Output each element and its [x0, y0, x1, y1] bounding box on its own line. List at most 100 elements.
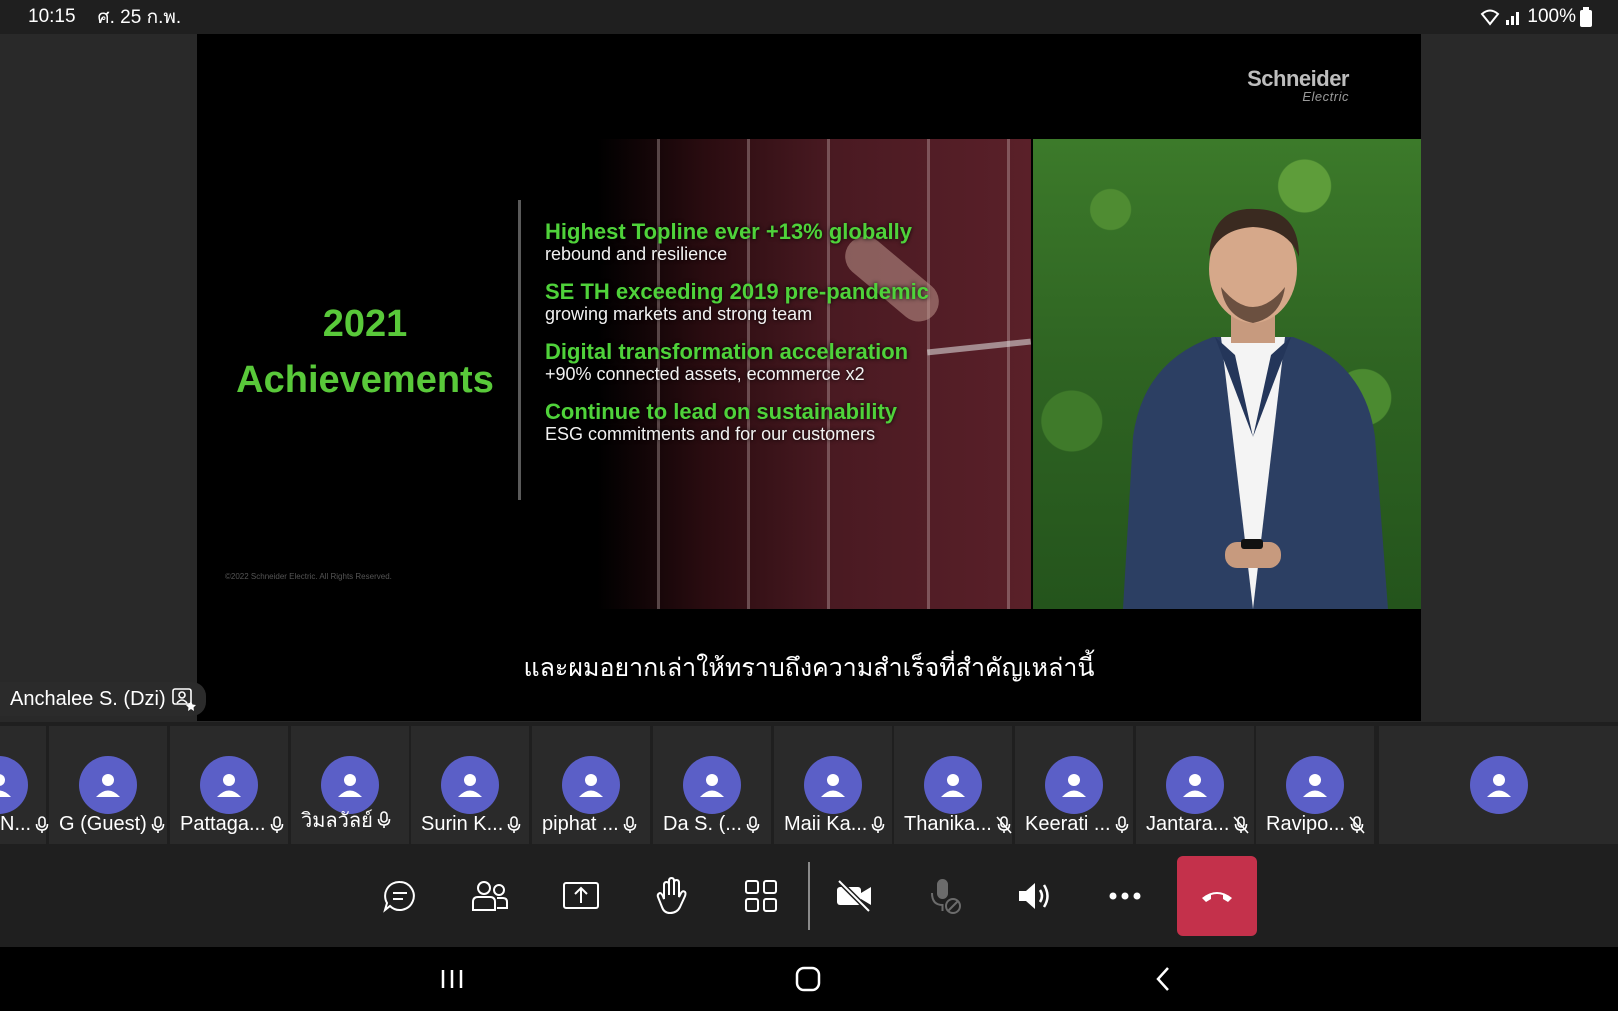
shared-video[interactable]: Schneider Electric 2021 Achievements Hig…	[197, 34, 1421, 721]
bullet-item: Digital transformation acceleration +90%…	[545, 339, 1015, 385]
more-button[interactable]	[1086, 856, 1164, 936]
participant-tile[interactable]: Maii Ka...	[774, 726, 892, 844]
recent-apps-button[interactable]	[422, 959, 482, 999]
participant-name: Da S. (...	[663, 813, 742, 835]
participant-tile[interactable]: Keerati ...	[1015, 726, 1133, 844]
avatar	[441, 756, 499, 814]
avatar	[924, 756, 982, 814]
participant-name: N...	[0, 813, 32, 835]
mic-button[interactable]	[906, 856, 984, 936]
more-icon	[1109, 892, 1141, 900]
raise-hand-button[interactable]	[632, 856, 710, 936]
camera-button[interactable]	[815, 856, 893, 936]
mic-icon	[151, 815, 165, 833]
view-button[interactable]	[722, 856, 800, 936]
participant-name: Surin K...	[421, 813, 504, 835]
participant-name: Pattaga...	[180, 813, 266, 835]
participant-tile[interactable]: G (Guest)	[49, 726, 167, 844]
participant-name-row: Surin K...	[421, 813, 521, 836]
system-nav-bar	[0, 947, 1618, 1011]
participant-name: Jantara...	[1146, 813, 1230, 835]
signal-icon	[1506, 12, 1520, 25]
share-screen-icon	[563, 882, 599, 909]
home-icon	[795, 966, 821, 992]
person-icon	[1303, 774, 1327, 797]
participant-tile[interactable]: piphat ...	[532, 726, 650, 844]
participant-tile[interactable]: N...	[0, 726, 49, 844]
presenter-video	[1033, 139, 1421, 609]
person-icon	[941, 774, 965, 797]
leave-call-button[interactable]	[1177, 856, 1257, 936]
mic-muted-icon	[1349, 815, 1365, 834]
person-icon	[458, 774, 482, 797]
presenter-name: Anchalee S. (Dzi)	[10, 687, 166, 710]
meeting-stage: Schneider Electric 2021 Achievements Hig…	[0, 34, 1618, 722]
mic-icon	[507, 815, 521, 833]
speaker-icon	[1019, 883, 1049, 909]
bullet-detail: growing markets and strong team	[545, 304, 813, 324]
person-icon	[96, 774, 120, 797]
person-icon	[1062, 774, 1086, 797]
participant-tile[interactable]: Da S. (...	[653, 726, 771, 844]
person-icon	[1487, 774, 1511, 797]
bullet-headline: Highest Topline ever +13% globally	[545, 219, 912, 244]
grid-view-icon	[745, 880, 777, 912]
bullet-detail: +90% connected assets, ecommerce x2	[545, 364, 865, 384]
hang-up-icon	[1202, 892, 1232, 902]
participant-tile-overflow[interactable]	[1379, 726, 1618, 844]
chat-icon	[383, 880, 415, 913]
person-icon	[338, 774, 362, 797]
bullet-detail: ESG commitments and for our customers	[545, 424, 876, 444]
mic-icon	[872, 815, 885, 833]
bullet-headline: Digital transformation acceleration	[545, 339, 909, 364]
chat-button[interactable]	[361, 856, 439, 936]
participant-tile[interactable]: วิมลวัลย์	[291, 726, 409, 844]
avatar	[683, 756, 741, 814]
participant-tile[interactable]: Pattaga...	[170, 726, 288, 844]
share-screen-button[interactable]	[542, 856, 620, 936]
call-controls	[0, 844, 1618, 947]
mic-muted-icon	[996, 815, 1012, 834]
wifi-icon	[1481, 9, 1500, 26]
recents-icon	[441, 970, 463, 988]
bullet-headline: SE TH exceeding 2019 pre-pandemic	[545, 279, 929, 304]
avatar	[1045, 756, 1103, 814]
back-button[interactable]	[1133, 959, 1193, 999]
participant-tile[interactable]: Surin K...	[411, 726, 529, 844]
mic-icon	[1115, 815, 1128, 833]
home-button[interactable]	[778, 959, 838, 999]
participant-tile[interactable]: Thanika...	[894, 726, 1012, 844]
clock: 10:15	[28, 6, 76, 27]
participant-name-row: Thanika...	[904, 813, 1012, 836]
participant-name: Ravipo...	[1266, 813, 1345, 835]
mic-icon	[270, 815, 283, 833]
participant-name-row: piphat ...	[542, 813, 637, 836]
avatar	[1286, 756, 1344, 814]
battery-icon	[1580, 7, 1592, 27]
people-icon	[472, 881, 508, 911]
presenter-figure	[1123, 208, 1388, 609]
participant-name-row: Maii Ka...	[784, 813, 885, 836]
date: ศ. 25 ก.พ.	[97, 7, 182, 28]
mic-muted-icon	[1233, 815, 1249, 834]
participant-tile[interactable]: Jantara...	[1136, 726, 1254, 844]
participants-strip[interactable]: N... G (Guest) Pattaga... วิมลวัลย์ Surin K.…	[0, 726, 1618, 844]
bullet-item: Highest Topline ever +13% globally rebou…	[545, 219, 1015, 265]
people-button[interactable]	[451, 856, 529, 936]
person-icon	[1183, 774, 1207, 797]
participant-name-row: Pattaga...	[180, 813, 284, 836]
participant-name-row: G (Guest)	[59, 813, 165, 836]
avatar	[562, 756, 620, 814]
person-icon	[700, 774, 724, 797]
participant-name: piphat ...	[542, 813, 619, 835]
hand-icon	[656, 877, 687, 915]
participant-name-row: Da S. (...	[663, 813, 760, 836]
mic-icon	[35, 815, 49, 833]
avatar	[1166, 756, 1224, 814]
speaker-button[interactable]	[996, 856, 1074, 936]
mic-disabled-icon	[931, 879, 961, 914]
participant-tile[interactable]: Ravipo...	[1256, 726, 1374, 844]
bullet-detail: rebound and resilience	[545, 244, 728, 264]
person-icon	[579, 774, 603, 797]
participant-name-row: N...	[0, 813, 49, 836]
